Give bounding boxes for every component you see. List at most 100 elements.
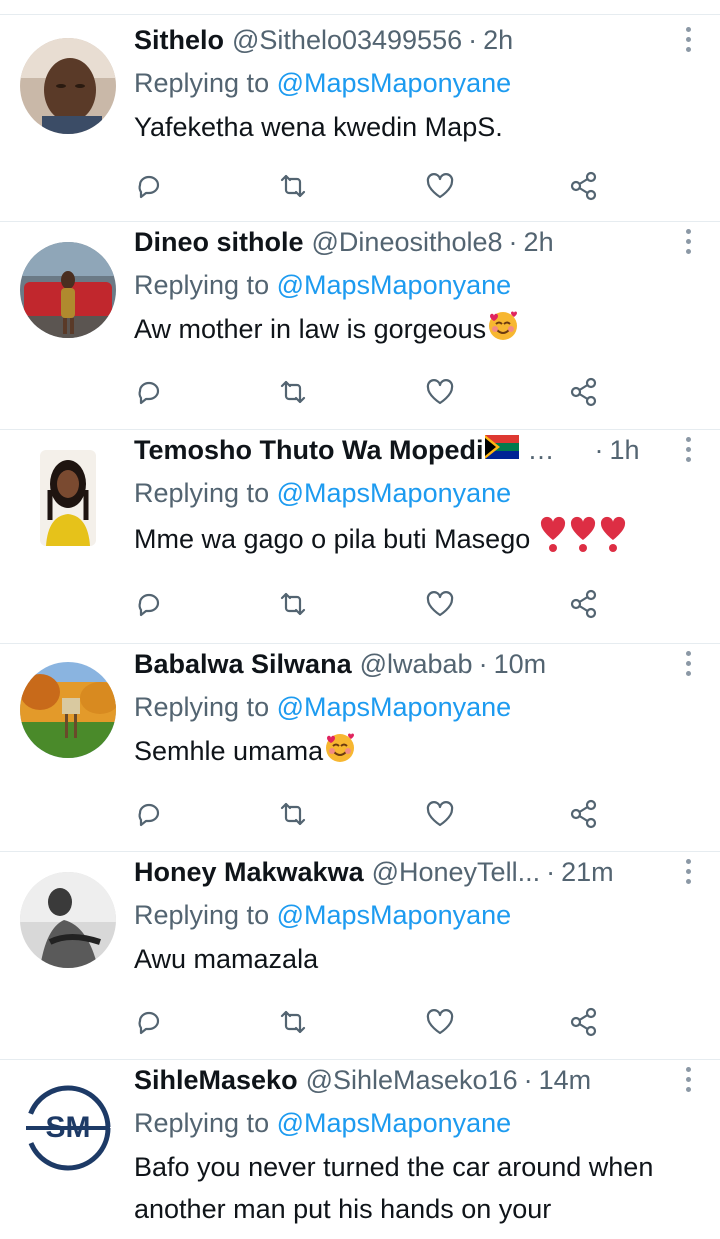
separator-dot: · (523, 1065, 533, 1095)
like-icon[interactable] (424, 170, 458, 204)
display-name[interactable]: Temosho Thuto Wa Mopedi (134, 430, 483, 470)
like-icon[interactable] (424, 798, 458, 832)
tweet-text: Awu mamazala (134, 944, 319, 974)
mention-link[interactable]: @MapsMaponyane (277, 68, 512, 98)
tweet-actions (134, 798, 614, 838)
tweet-text: Semhle umama (134, 730, 700, 776)
like-icon[interactable] (424, 588, 458, 622)
replying-to: Replying to @MapsMaponyane (134, 265, 511, 305)
timestamp[interactable]: 10m (494, 644, 547, 684)
separator-dot: · (508, 227, 518, 257)
tweet-actions (134, 588, 614, 628)
tweet-text: Aw mother in law is gorgeous (134, 308, 700, 354)
tweet-actions (134, 376, 614, 416)
replying-to-label: Replying to (134, 68, 270, 98)
retweet-icon[interactable] (277, 588, 311, 622)
more-options-icon[interactable] (684, 648, 692, 680)
like-icon[interactable] (424, 376, 458, 410)
mention-link[interactable]: @MapsMaponyane (277, 692, 512, 722)
share-icon[interactable] (568, 588, 602, 622)
display-name[interactable]: Dineo sithole (134, 222, 304, 262)
reply-icon[interactable] (134, 170, 168, 204)
tweet-text: Yafeketha wena kwedin MapS. (134, 112, 503, 142)
timestamp[interactable]: 2h (524, 222, 554, 262)
user-handle[interactable]: … (527, 430, 554, 470)
smiling-face-with-hearts-icon (486, 308, 520, 354)
more-options-icon[interactable] (684, 24, 692, 56)
timestamp[interactable]: 1h (609, 430, 639, 470)
replying-to: Replying to @MapsMaponyane (134, 687, 511, 727)
retweet-icon[interactable] (277, 1006, 311, 1040)
reply-icon[interactable] (134, 1006, 168, 1040)
avatar[interactable] (40, 450, 96, 546)
tweet-text: Mme wa gago o pila buti Masego (134, 516, 700, 566)
timestamp[interactable]: 14m (539, 1060, 592, 1100)
separator-dot: · (478, 649, 488, 679)
more-options-icon[interactable] (684, 434, 692, 466)
tweet-reply[interactable]: Dineo sithole @Dineosithole8 · 2h Replyi… (0, 222, 720, 430)
timestamp[interactable]: 2h (483, 20, 513, 60)
user-handle[interactable]: @SihleMaseko16 (306, 1060, 518, 1100)
retweet-icon[interactable] (277, 798, 311, 832)
replying-to-label: Replying to (134, 270, 270, 300)
user-handle[interactable]: @lwabab (360, 644, 473, 684)
heart-exclamation-icon (598, 516, 628, 566)
tweet-reply[interactable]: Temosho Thuto Wa Mopedi … · 1h Replying … (0, 430, 720, 644)
heart-exclamation-icon (568, 516, 598, 566)
share-icon[interactable] (568, 798, 602, 832)
avatar[interactable] (20, 38, 116, 134)
display-name[interactable]: Sithelo (134, 20, 224, 60)
more-options-icon[interactable] (684, 856, 692, 888)
tweet-text: Bafo you never turned the car around whe… (134, 1152, 654, 1224)
replying-to: Replying to @MapsMaponyane (134, 895, 511, 935)
retweet-icon[interactable] (277, 170, 311, 204)
separator-dot: · (594, 435, 604, 465)
tweet-reply[interactable]: Babalwa Silwana @lwabab · 10m Replying t… (0, 644, 720, 852)
replying-to: Replying to @MapsMaponyane (134, 1103, 511, 1143)
display-name[interactable]: SihleMaseko (134, 1060, 298, 1100)
separator-dot: · (468, 25, 478, 55)
heart-exclamation-icon (538, 516, 568, 566)
top-divider (0, 14, 720, 15)
display-name[interactable]: Babalwa Silwana (134, 644, 352, 684)
more-options-icon[interactable] (684, 226, 692, 258)
tweet-text-body: Semhle umama (134, 736, 324, 767)
reply-icon[interactable] (134, 376, 168, 410)
mention-link[interactable]: @MapsMaponyane (277, 1108, 512, 1138)
avatar[interactable] (20, 662, 116, 758)
like-icon[interactable] (424, 1006, 458, 1040)
display-name[interactable]: Honey Makwakwa (134, 852, 364, 892)
user-handle[interactable]: @Dineosithole8 (312, 222, 503, 262)
mention-link[interactable]: @MapsMaponyane (277, 478, 512, 508)
user-handle[interactable]: @Sithelo03499556 (232, 20, 462, 60)
south-africa-flag-icon (485, 430, 520, 470)
user-handle[interactable]: @HoneyTell... (372, 852, 540, 892)
replying-to: Replying to @MapsMaponyane (134, 63, 511, 103)
reply-icon[interactable] (134, 588, 168, 622)
replying-to: Replying to @MapsMaponyane (134, 473, 511, 513)
replying-to-label: Replying to (134, 900, 270, 930)
tweet-reply[interactable]: Sithelo @Sithelo03499556 · 2h Replying t… (0, 20, 720, 222)
tweet-actions (134, 1006, 614, 1046)
retweet-icon[interactable] (277, 376, 311, 410)
more-options-icon[interactable] (684, 1064, 692, 1096)
share-icon[interactable] (568, 1006, 602, 1040)
avatar[interactable] (20, 242, 116, 338)
share-icon[interactable] (568, 376, 602, 410)
avatar[interactable] (20, 872, 116, 968)
reply-icon[interactable] (134, 798, 168, 832)
timestamp[interactable]: 21m (561, 852, 614, 892)
share-icon[interactable] (568, 170, 602, 204)
tweet-reply[interactable]: Honey Makwakwa @HoneyTell... · 21m Reply… (0, 852, 720, 1060)
mention-link[interactable]: @MapsMaponyane (277, 900, 512, 930)
tweet-reply[interactable]: SM SihleMaseko @SihleMaseko16 · 14m Repl… (0, 1060, 720, 1239)
replying-to-label: Replying to (134, 692, 270, 722)
tweet-actions (134, 170, 614, 210)
logo-text: SM (46, 1111, 91, 1144)
mention-link[interactable]: @MapsMaponyane (277, 270, 512, 300)
avatar[interactable]: SM (20, 1080, 116, 1176)
replying-to-label: Replying to (134, 1108, 270, 1138)
replying-to-label: Replying to (134, 478, 270, 508)
tweet-text-body: Mme wa gago o pila buti Masego (134, 524, 538, 555)
tweet-text-body: Aw mother in law is gorgeous (134, 314, 487, 345)
